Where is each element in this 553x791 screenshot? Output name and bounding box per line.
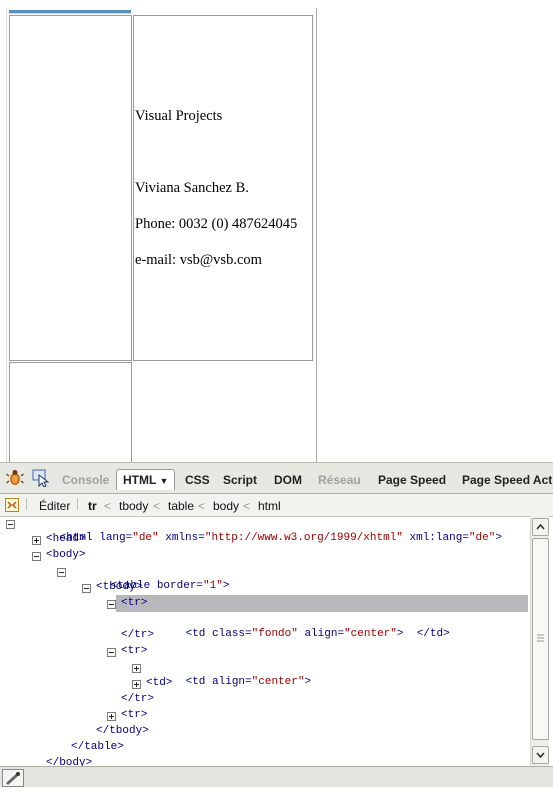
inspect-icon[interactable] bbox=[32, 469, 50, 487]
firebug-status-bar bbox=[0, 766, 553, 787]
collapse-tr-icon[interactable] bbox=[107, 600, 116, 609]
node-html[interactable]: <html lang="de" xmlns="http://www.w3.org… bbox=[20, 516, 502, 544]
collapse-html-icon[interactable] bbox=[6, 520, 15, 529]
breadcrumb-separator: < bbox=[198, 499, 206, 513]
tab-page-speed[interactable]: Page Speed bbox=[378, 473, 446, 487]
page-top-bar bbox=[9, 10, 131, 14]
tab-page-speed-activity[interactable]: Page Speed Acti bbox=[462, 473, 553, 487]
node-tbody[interactable]: <tbody> bbox=[96, 580, 142, 595]
node-tr2[interactable]: <tr> bbox=[121, 644, 147, 659]
collapse-table-icon[interactable] bbox=[57, 568, 66, 577]
breadcrumb-separator: < bbox=[153, 499, 161, 513]
breadcrumb-body[interactable]: body bbox=[213, 499, 239, 513]
expand-tr3-icon[interactable] bbox=[107, 712, 116, 721]
node-tr3[interactable]: <tr> bbox=[121, 708, 147, 723]
node-head[interactable]: <head> bbox=[46, 532, 86, 547]
toolbar-divider: | bbox=[25, 496, 29, 510]
node-tr-close: </tr> bbox=[121, 629, 155, 641]
node-table[interactable]: <table border="1"> bbox=[71, 564, 230, 592]
tab-html-label: HTML bbox=[123, 473, 157, 487]
tab-css[interactable]: CSS bbox=[185, 473, 210, 487]
contact-name: Viviana Sanchez B. bbox=[135, 180, 249, 196]
company-name: Visual Projects bbox=[135, 108, 223, 124]
node-body-close: </body> bbox=[46, 757, 93, 766]
collapse-tbody-icon[interactable] bbox=[82, 584, 91, 593]
node-body[interactable]: <body> bbox=[46, 548, 86, 563]
contact-email: e-mail: vsb@vsb.com bbox=[135, 252, 262, 268]
contact-phone: Phone: 0032 (0) 487624045 bbox=[135, 216, 298, 232]
node-td-fondo[interactable]: <td class="fondo" align="center"> </td> bbox=[146, 612, 450, 640]
collapse-tr2-icon[interactable] bbox=[107, 648, 116, 657]
tab-console[interactable]: Console bbox=[62, 473, 109, 487]
toolbar-divider: | bbox=[76, 496, 80, 510]
expand-td-center-icon[interactable] bbox=[132, 664, 141, 673]
node-tr-selected[interactable]: <tr> bbox=[121, 596, 147, 611]
breadcrumb-tr[interactable]: tr bbox=[88, 499, 97, 513]
tab-reseau[interactable]: Réseau bbox=[318, 473, 361, 487]
dropdown-arrow-icon[interactable]: ▼ bbox=[159, 476, 168, 486]
firebug-icon[interactable] bbox=[6, 468, 24, 486]
node-td[interactable]: <td> bbox=[146, 676, 172, 691]
expand-td-icon[interactable] bbox=[132, 680, 141, 689]
edit-toggle-icon[interactable] bbox=[5, 498, 19, 512]
node-tbody-close: </tbody> bbox=[96, 725, 149, 737]
breadcrumb-separator: < bbox=[104, 499, 112, 513]
status-inspect-icon[interactable] bbox=[2, 769, 24, 787]
scroll-down-icon[interactable] bbox=[532, 746, 549, 764]
node-td-center[interactable]: <td align="center"> bbox=[146, 660, 311, 688]
tab-html[interactable]: HTML ▼ bbox=[116, 469, 176, 490]
tab-script[interactable]: Script bbox=[223, 473, 257, 487]
node-table-close: </table> bbox=[71, 741, 124, 753]
tab-dom[interactable]: DOM bbox=[274, 473, 302, 487]
scroll-thumb[interactable] bbox=[532, 538, 549, 740]
table-cell-left bbox=[9, 15, 132, 361]
html-toolbar: | Éditer | tr < tbody < table < body < h… bbox=[0, 494, 553, 517]
selected-row-highlight bbox=[116, 595, 528, 612]
breadcrumb-html[interactable]: html bbox=[258, 499, 281, 513]
breadcrumb-tbody[interactable]: tbody bbox=[119, 499, 148, 513]
breadcrumb-separator: < bbox=[243, 499, 251, 513]
expand-head-icon[interactable] bbox=[32, 536, 41, 545]
tree-scrollbar[interactable] bbox=[530, 516, 549, 766]
rendered-page: Visual Projects Viviana Sanchez B. Phone… bbox=[0, 0, 553, 462]
scroll-up-icon[interactable] bbox=[532, 518, 549, 536]
breadcrumb-table[interactable]: table bbox=[168, 499, 194, 513]
node-tr2-close: </tr> bbox=[121, 693, 155, 705]
html-tree: <html lang="de" xmlns="http://www.w3.org… bbox=[0, 516, 530, 766]
firebug-tab-bar: Console HTML ▼ CSS Script DOM Réseau Pag… bbox=[0, 462, 553, 494]
collapse-body-icon[interactable] bbox=[32, 552, 41, 561]
table-cell-bottom-left bbox=[9, 362, 132, 462]
firebug-panel: Console HTML ▼ CSS Script DOM Réseau Pag… bbox=[0, 462, 553, 787]
edit-button[interactable]: Éditer bbox=[39, 499, 70, 513]
